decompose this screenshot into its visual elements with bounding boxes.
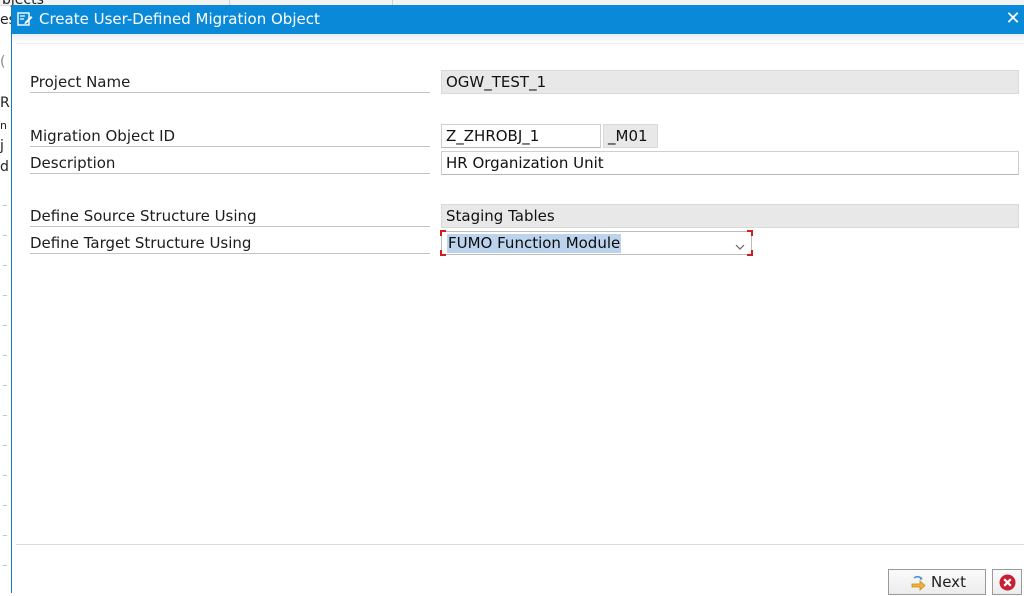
background-text-fragment: d <box>0 159 9 175</box>
create-migration-object-dialog: Create User-Defined Migration Object ✕ P… <box>11 5 1024 595</box>
next-button[interactable]: Next <box>888 569 986 595</box>
project-name-field: OGW_TEST_1 <box>441 70 1019 94</box>
source-structure-field: Staging Tables <box>441 204 1019 228</box>
cancel-icon <box>999 574 1016 591</box>
background-text-fragment: n <box>0 119 7 132</box>
background-tick <box>3 355 7 356</box>
focus-corner <box>747 230 753 236</box>
background-tick <box>3 235 7 236</box>
background-text-fragment: j <box>0 138 4 154</box>
description-label: Description <box>30 153 430 174</box>
next-button-label: Next <box>931 573 966 591</box>
target-structure-selected-value: FUMO Function Module <box>447 234 622 253</box>
background-tick <box>3 385 7 386</box>
dialog-edit-icon <box>17 11 33 27</box>
project-name-label: Project Name <box>30 72 430 93</box>
background-tick <box>3 505 7 506</box>
chevron-down-icon[interactable] <box>735 238 745 250</box>
background-text-fragment: R <box>0 95 10 111</box>
focus-corner <box>440 250 446 256</box>
background-tick <box>3 325 7 326</box>
migration-object-id-input[interactable]: Z_ZHROBJ_1 <box>441 124 601 148</box>
target-structure-dropdown[interactable]: FUMO Function Module <box>440 230 753 256</box>
titlebar-shadow <box>12 34 1024 43</box>
close-icon[interactable]: ✕ <box>1003 8 1023 30</box>
focus-corner <box>747 250 753 256</box>
background-tick <box>3 265 7 266</box>
description-input[interactable]: HR Organization Unit <box>441 151 1019 175</box>
dialog-title: Create User-Defined Migration Object <box>39 10 320 28</box>
focus-corner <box>440 230 446 236</box>
source-structure-label: Define Source Structure Using <box>30 206 430 227</box>
background-text-fragment: ( <box>0 54 6 70</box>
background-tick <box>3 535 7 536</box>
background-tick <box>3 565 7 566</box>
migration-object-id-label: Migration Object ID <box>30 126 430 147</box>
target-structure-label: Define Target Structure Using <box>30 233 430 254</box>
migration-object-id-suffix: _M01 <box>603 124 658 148</box>
background-tick <box>3 475 7 476</box>
background-tick <box>3 295 7 296</box>
form-panel: Project Name OGW_TEST_1 Migration Object… <box>16 43 1024 545</box>
cancel-button[interactable] <box>992 569 1022 595</box>
background-tick <box>3 415 7 416</box>
dialog-titlebar[interactable]: Create User-Defined Migration Object ✕ <box>12 5 1024 34</box>
background-tick <box>3 445 7 446</box>
next-arrow-icon <box>909 574 927 592</box>
background-tick <box>3 205 7 206</box>
